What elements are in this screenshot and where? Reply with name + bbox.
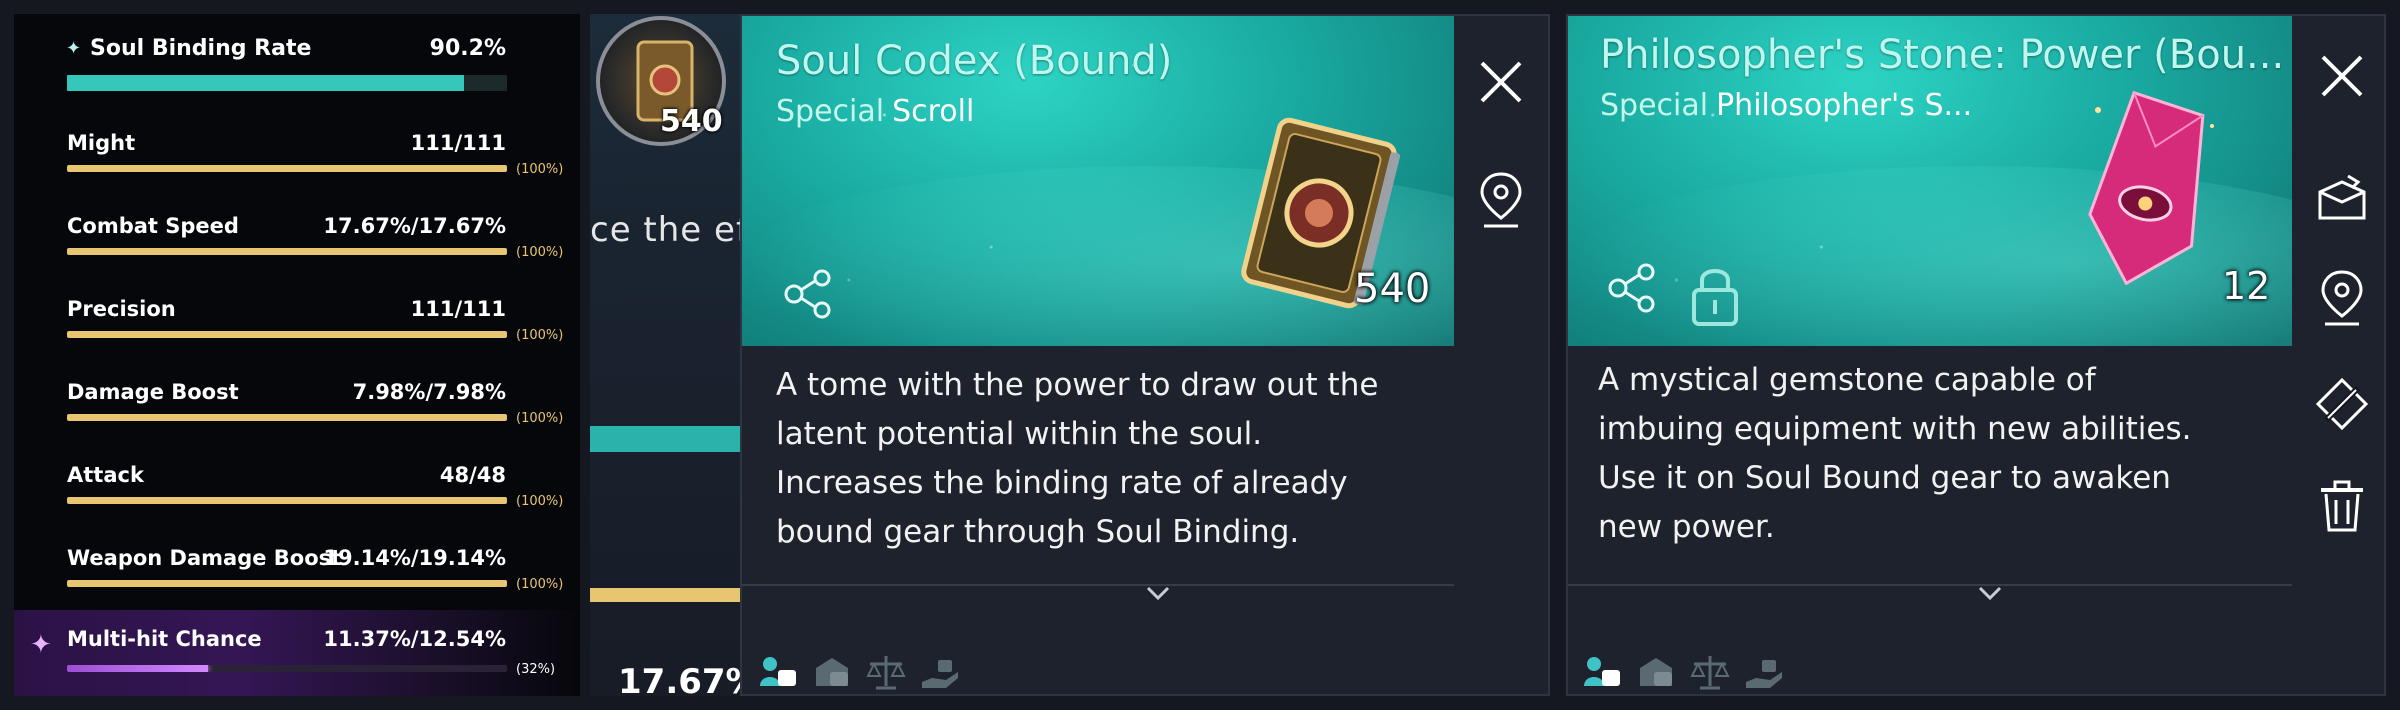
stat-value: 90.2% [429, 36, 506, 61]
soul-binding-progress-bar [67, 75, 507, 91]
item-header: Soul Codex (Bound) Special Scroll 540 [742, 16, 1454, 346]
background-game-scene: 540 ce the eff 17.67% [590, 14, 750, 696]
stat-progress-bar [67, 331, 507, 338]
item-usage-icons [758, 652, 960, 692]
close-icon [2321, 55, 2363, 97]
stat-value: 19.14%/19.14% [323, 546, 506, 570]
item-grade: Special [1600, 88, 1709, 123]
stat-value: 11.37%/12.54% [323, 627, 506, 651]
item-subtitle: Special Philosopher's S... [1600, 88, 1972, 123]
delete-button[interactable] [2310, 474, 2374, 538]
item-type: Scroll [892, 94, 975, 129]
partial-description-text: ce the eff [590, 210, 750, 250]
stat-progress-bar [67, 580, 507, 587]
trade-scale-icon [1690, 656, 1730, 690]
stat-row-might: Might 111/111 (100%) [14, 129, 580, 209]
lock-icon[interactable] [1688, 262, 1742, 328]
item-count: 540 [660, 104, 723, 139]
stat-progress-bar [67, 497, 507, 504]
chevron-down-icon[interactable] [1978, 586, 2002, 602]
soul-binding-stat-panel: ✦ Soul Binding Rate 90.2% Might 111/111 … [14, 14, 580, 696]
stat-progress-bar [67, 414, 507, 421]
share-icon[interactable] [1604, 260, 1660, 316]
locate-pin-icon [2321, 270, 2363, 326]
item-description: A tome with the power to draw out the la… [776, 367, 1379, 550]
item-subtitle: Special Scroll [776, 94, 974, 129]
dismantle-button[interactable] [2310, 372, 2374, 436]
item-count: 12 [2222, 264, 2271, 308]
stat-value: 111/111 [410, 297, 506, 321]
stat-label: Soul Binding Rate [90, 36, 312, 61]
item-header: Philosopher's Stone: Power (Bou... Speci… [1568, 16, 2292, 346]
stat-value: 48/48 [439, 463, 506, 487]
stat-label: Attack [67, 463, 144, 487]
philosophers-stone-gem-icon [2088, 90, 2214, 286]
stat-percent: (100%) [516, 577, 564, 592]
chevron-down-icon[interactable] [1146, 586, 1170, 602]
stat-percent: (100%) [516, 162, 564, 177]
stat-value: 17.67%/17.67% [323, 214, 506, 238]
stat-value: 111/111 [410, 131, 506, 155]
item-tooltip-soul-codex: Soul Codex (Bound) Special Scroll 540 A … [740, 14, 1550, 696]
stat-percent: (32%) [516, 662, 556, 677]
character-equip-icon [760, 657, 796, 686]
sparkle-icon: ✦ [30, 630, 52, 660]
item-title: Philosopher's Stone: Power (Bou... [1600, 32, 2285, 78]
stat-label: Might [67, 131, 136, 155]
stat-row-damage-boost: Damage Boost 7.98%/7.98% (100%) [14, 378, 580, 458]
progress-bar [590, 426, 750, 452]
soul-binding-rate-row: ✦ Soul Binding Rate 90.2% [14, 34, 580, 114]
stat-percent: (100%) [516, 245, 564, 260]
progress-bar [590, 588, 750, 602]
item-title: Soul Codex (Bound) [776, 38, 1173, 84]
item-count: 540 [1354, 266, 1431, 312]
stat-percent: (100%) [516, 328, 564, 343]
item-usage-icons [1582, 652, 1784, 692]
stat-row-combat-speed: Combat Speed 17.67%/17.67% (100%) [14, 212, 580, 292]
storage-equip-icon [816, 658, 848, 686]
stat-value: 17.67% [618, 662, 750, 696]
stat-progress-bar [67, 165, 507, 172]
stat-percent: (100%) [516, 494, 564, 509]
stat-label: Precision [67, 297, 176, 321]
item-description: A mystical gemstone capable of imbuing e… [1598, 362, 2192, 545]
stat-row-attack: Attack 48/48 (100%) [14, 461, 580, 541]
close-button[interactable] [1469, 50, 1533, 114]
locate-button[interactable] [1469, 168, 1533, 232]
stat-value: 7.98%/7.98% [352, 380, 506, 404]
stat-label: Damage Boost [67, 380, 239, 404]
sparkle-icon: ✦ [66, 38, 82, 59]
storage-box-icon [2318, 174, 2366, 220]
stat-row-precision: Precision 111/111 (100%) [14, 295, 580, 375]
locate-button[interactable] [2310, 266, 2374, 330]
item-grade: Special [776, 94, 885, 129]
storage-button[interactable] [2310, 166, 2374, 230]
stat-progress-bar [67, 248, 507, 255]
item-tooltip-philosophers-stone: Philosopher's Stone: Power (Bou... Speci… [1566, 14, 2386, 696]
stat-row-multi-hit-chance[interactable]: ✦ Multi-hit Chance 11.37%/12.54% (32%) [14, 610, 580, 696]
stat-progress-bar [67, 665, 507, 672]
hand-give-icon [922, 660, 958, 688]
locate-pin-icon [1480, 172, 1522, 228]
stat-label: Weapon Damage Boost [67, 546, 342, 570]
storage-equip-icon [1640, 658, 1672, 686]
trash-icon [2321, 480, 2363, 532]
divider [742, 584, 1454, 586]
dismantle-icon [2315, 377, 2369, 431]
hand-give-icon [1746, 660, 1782, 688]
stat-label: Combat Speed [67, 214, 239, 238]
character-equip-icon [1584, 657, 1620, 686]
divider [1568, 584, 2292, 586]
close-icon [1480, 61, 1522, 103]
stat-label: Multi-hit Chance [67, 627, 262, 651]
share-icon[interactable] [780, 266, 836, 322]
item-type: Philosopher's S... [1716, 88, 1973, 123]
stat-percent: (100%) [516, 411, 564, 426]
close-button[interactable] [2310, 44, 2374, 108]
trade-scale-icon [866, 656, 906, 690]
